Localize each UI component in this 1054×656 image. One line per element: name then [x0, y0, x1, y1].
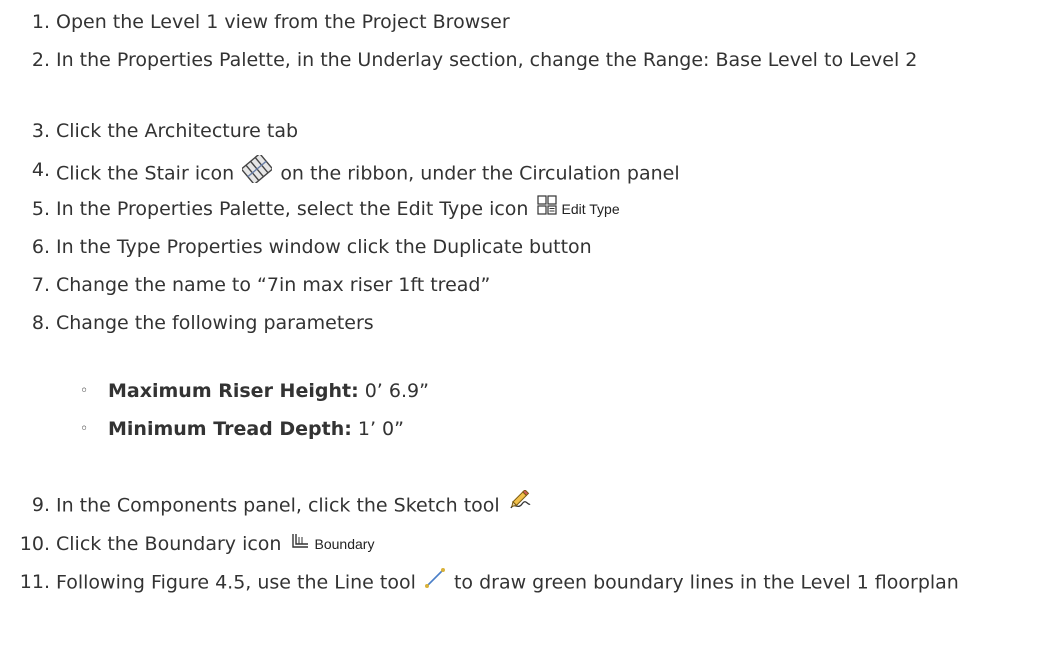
step-6: 6. In the Type Properties window click t… — [0, 232, 1040, 263]
parameter-value: 0’ 6.9” — [364, 380, 429, 402]
step-number: 9. — [31, 494, 50, 516]
step-number: 2. — [31, 49, 50, 71]
step-1: 1. Open the Level 1 view from the Projec… — [0, 7, 1040, 38]
step-text-before: Click the Stair icon — [56, 162, 235, 185]
bullet-marker: ◦ — [80, 383, 89, 399]
step-number: 4. — [31, 159, 50, 181]
step-text-before: Following Figure 4.5, use the Line tool — [56, 571, 416, 594]
step-11: 11. Following Figure 4.5, use the Line t… — [0, 567, 1040, 599]
step-10: 10. Click the Boundary icon Boundary — [0, 529, 1040, 560]
step-7: 7. Change the name to “7in max riser 1ft… — [0, 270, 1040, 301]
step-4: 4. Click the Stair icon on the ribbon, u… — [0, 152, 1040, 193]
step-number: 3. — [31, 120, 50, 142]
step-9: 9. In the Components panel, click the Sk… — [0, 489, 1040, 522]
step-text: Open the Level 1 view from the Project B… — [56, 11, 510, 33]
step-number: 11. — [19, 571, 50, 593]
step-text-before: Click the Boundary icon — [56, 533, 282, 555]
step-text-before: In the Components panel, click the Sketc… — [56, 494, 500, 517]
step-text: Click the Architecture tab — [56, 120, 299, 142]
parameter-value: 1’ 0” — [357, 418, 404, 440]
step-text: In the Properties Palette, in the Underl… — [56, 49, 918, 71]
parameter-label: Maximum Riser Height: — [108, 380, 359, 402]
step-text: In the Properties Palette, select the Ed… — [56, 194, 1040, 225]
step-text-after: on the ribbon, under the Circulation pan… — [280, 162, 680, 185]
step-number: 6. — [31, 236, 50, 258]
step-number: 7. — [31, 274, 50, 296]
step-text: Following Figure 4.5, use the Line tool … — [56, 567, 1040, 599]
boundary-icon — [290, 529, 310, 560]
boundary-label: Boundary — [314, 536, 375, 552]
bullet-marker: ◦ — [80, 421, 89, 437]
instruction-document: 1. Open the Level 1 view from the Projec… — [0, 0, 1054, 656]
sketch-pencil-icon — [508, 489, 532, 522]
parameter-label: Minimum Tread Depth: — [108, 418, 352, 440]
edit-type-label: Edit Type — [561, 201, 620, 217]
step-number: 10. — [19, 533, 50, 555]
parameter-item-riser: ◦ Maximum Riser Height: 0’ 6.9” — [80, 376, 429, 407]
step-number: 8. — [31, 312, 50, 334]
step-number: 5. — [31, 198, 50, 220]
parameter-item-tread: ◦ Minimum Tread Depth: 1’ 0” — [80, 414, 404, 445]
step-text: Click the Boundary icon Boundary — [56, 529, 1040, 560]
step-text: In the Type Properties window click the … — [56, 236, 592, 258]
step-text: In the Components panel, click the Sketc… — [56, 489, 1040, 522]
stair-icon — [240, 152, 274, 193]
line-tool-icon — [424, 567, 446, 599]
step-3: 3. Click the Architecture tab — [0, 116, 1040, 147]
step-5: 5. In the Properties Palette, select the… — [0, 194, 1040, 225]
step-2: 2. In the Properties Palette, in the Und… — [0, 45, 1040, 76]
step-8: 8. Change the following parameters — [0, 308, 1040, 339]
step-text-after: to draw green boundary lines in the Leve… — [453, 571, 959, 594]
step-number: 1. — [31, 11, 50, 33]
step-text-before: In the Properties Palette, select the Ed… — [56, 198, 529, 220]
step-text: Change the following parameters — [56, 312, 374, 334]
step-text: Click the Stair icon on the ribbon, unde… — [56, 152, 1040, 193]
edit-type-icon — [536, 194, 557, 225]
step-text: Change the name to “7in max riser 1ft tr… — [56, 274, 491, 296]
